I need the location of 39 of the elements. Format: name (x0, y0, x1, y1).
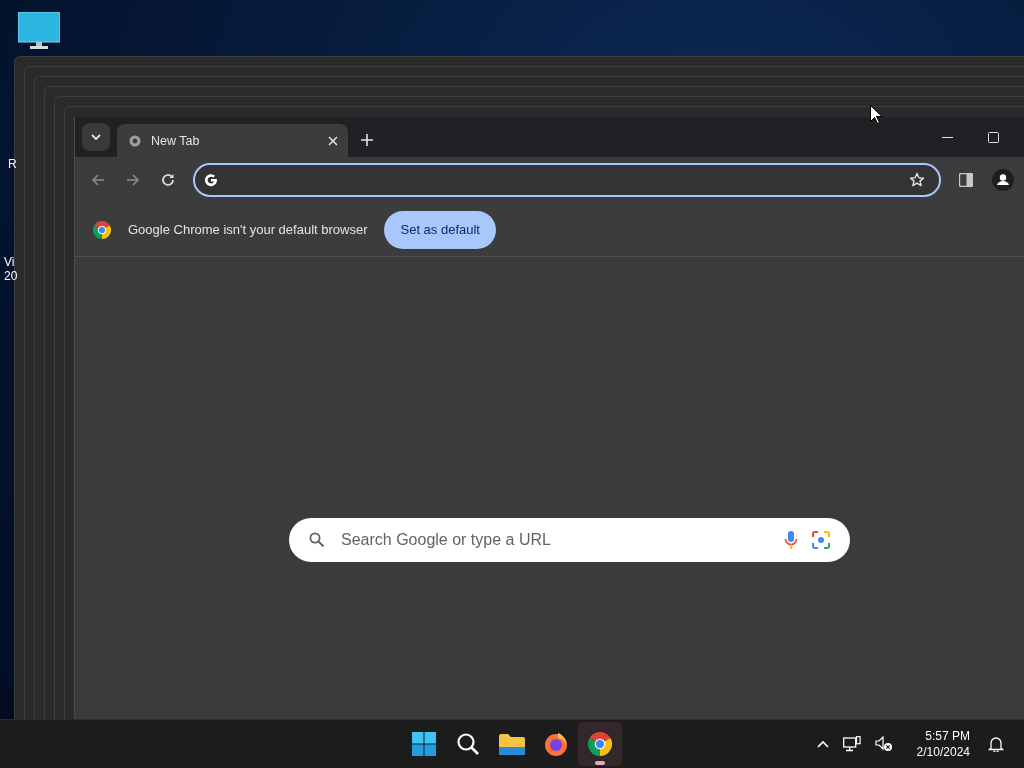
star-icon[interactable] (909, 172, 925, 188)
maximize-icon[interactable] (988, 131, 999, 143)
clock-date[interactable]: 2/10/2024 (916, 744, 970, 760)
clock-time[interactable]: 5:57 PM (925, 728, 970, 744)
tab-title: New Tab (151, 133, 201, 148)
search-box[interactable]: Search Google or type a URL (289, 518, 850, 562)
desktop-icon-label: R (8, 157, 17, 171)
mouse-pointer-icon (870, 105, 882, 124)
chrome-logo-icon (129, 134, 141, 147)
chrome-logo-icon (588, 732, 612, 756)
close-icon[interactable] (328, 135, 338, 146)
google-g-icon (204, 173, 218, 187)
plus-icon[interactable] (361, 134, 373, 146)
reload-icon[interactable] (161, 173, 175, 187)
windows-logo-icon (412, 732, 436, 756)
chrome-taskbar-button[interactable] (578, 722, 622, 766)
side-panel-icon[interactable] (959, 173, 973, 187)
firefox-logo-icon (544, 732, 568, 756)
camera-lens-icon[interactable] (812, 531, 830, 549)
notification-bell-icon[interactable] (988, 736, 1004, 752)
profile-icon[interactable] (992, 169, 1014, 191)
chevron-up-icon[interactable] (816, 740, 829, 748)
search-icon (309, 532, 325, 548)
address-bar[interactable] (193, 163, 941, 197)
chevron-down-icon (90, 131, 102, 143)
search-icon (456, 732, 480, 756)
desktop-icon-label: Vi (4, 255, 15, 269)
tab-search-button[interactable] (82, 123, 110, 151)
muted-speaker-icon[interactable] (874, 736, 893, 752)
infobar-message: Google Chrome isn't your default browser (128, 222, 368, 237)
desktop-icon-label: 20 (4, 269, 18, 283)
browser-tab[interactable]: New Tab (117, 124, 348, 157)
network-icon[interactable] (842, 736, 861, 752)
microphone-icon[interactable] (784, 530, 798, 550)
monitor-icon[interactable] (18, 12, 60, 50)
chrome-logo-icon (93, 220, 111, 239)
search-field[interactable]: Search Google or type a URL (339, 530, 770, 550)
set-default-button[interactable]: Set as default (384, 210, 496, 249)
folder-icon (499, 733, 525, 755)
